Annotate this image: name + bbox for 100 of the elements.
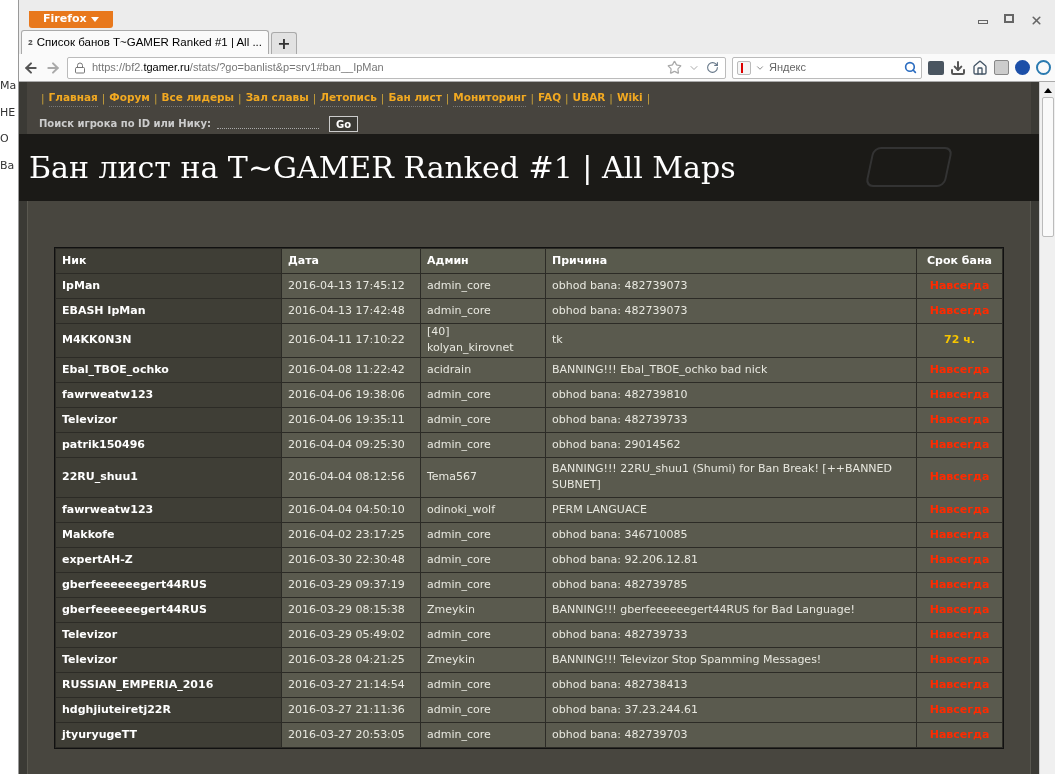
scroll-thumb[interactable] xyxy=(1041,97,1054,237)
ban-term-cell: Навсегда xyxy=(917,298,1002,323)
date-cell: 2016-04-11 17:10:22 xyxy=(282,323,420,357)
nav-link[interactable]: UBAR xyxy=(572,90,606,107)
nav-link[interactable]: Летопись xyxy=(320,90,377,107)
page-title: Бан лист на T~GAMER Ranked #1 | All Maps xyxy=(29,148,736,187)
nav-link[interactable]: Форум xyxy=(109,90,150,107)
ban-term-cell: Навсегда xyxy=(917,497,1002,522)
reason-cell: obhod bana: 482739785 xyxy=(546,572,916,597)
reason-cell: BANNING!!! Televizor Stop Spamming Messages! xyxy=(546,647,916,672)
search-icon[interactable] xyxy=(904,61,917,74)
date-cell: 2016-04-04 04:50:10 xyxy=(282,497,420,522)
date-cell: 2016-04-04 08:12:56 xyxy=(282,457,420,497)
url-text: https://bf2.tgamer.ru/stats/?go=banlist&p=srv1#ban__IpMan xyxy=(92,60,385,76)
reason-cell: obhod bana: 346710085 xyxy=(546,522,916,547)
ban-term-cell: 72 ч. xyxy=(917,323,1002,357)
nav-link[interactable]: Бан лист xyxy=(388,90,442,107)
search-engine-icon xyxy=(737,60,751,75)
ban-term-cell: Навсегда xyxy=(917,432,1002,457)
separator: | xyxy=(40,90,46,107)
nick-cell: EBASH IpMan xyxy=(56,298,281,323)
reason-cell: obhod bana: 29014562 xyxy=(546,432,916,457)
date-cell: 2016-03-29 08:15:38 xyxy=(282,597,420,622)
background-text: Ва xyxy=(0,157,16,174)
nav-link[interactable]: FAQ xyxy=(538,90,562,107)
ban-term-cell: Навсегда xyxy=(917,572,1002,597)
admin-cell: admin_core xyxy=(421,432,545,457)
ban-term-cell: Навсегда xyxy=(917,382,1002,407)
date-cell: 2016-03-29 09:37:19 xyxy=(282,572,420,597)
download-icon[interactable] xyxy=(950,59,966,76)
ban-term-cell: Навсегда xyxy=(917,457,1002,497)
date-cell: 2016-03-27 20:53:05 xyxy=(282,722,420,747)
bookmarks-icon[interactable] xyxy=(928,60,944,75)
reason-cell: tk xyxy=(546,323,916,357)
nav-link[interactable]: Все лидеры xyxy=(161,90,235,107)
admin-cell: admin_core xyxy=(421,407,545,432)
nav-link[interactable]: Главная xyxy=(48,90,98,107)
nick-cell: Televizor xyxy=(56,647,281,672)
reason-cell: obhod bana: 482739733 xyxy=(546,622,916,647)
extension-icon[interactable] xyxy=(1015,60,1030,75)
reason-cell: obhod bana: 37.23.244.61 xyxy=(546,697,916,722)
search-bar[interactable]: Яндекс xyxy=(732,56,922,79)
date-cell: 2016-03-30 22:30:48 xyxy=(282,547,420,572)
separator: | xyxy=(608,90,614,107)
tab-title: Список банов T~GAMER Ranked #1 | All ... xyxy=(36,34,262,50)
new-tab-button[interactable]: + xyxy=(271,32,297,54)
date-cell: 2016-03-27 21:11:36 xyxy=(282,697,420,722)
date-cell: 2016-03-28 04:21:25 xyxy=(282,647,420,672)
extension-icon[interactable] xyxy=(1036,60,1051,75)
column-header: Ник xyxy=(56,248,281,273)
reason-cell: obhod bana: 482739073 xyxy=(546,273,916,298)
column-header: Причина xyxy=(546,248,916,273)
nick-cell: jtyuryugeTT xyxy=(56,722,281,747)
caret-icon xyxy=(90,17,99,22)
separator: | xyxy=(152,90,159,107)
close-icon[interactable] xyxy=(1030,14,1043,27)
date-cell: 2016-04-13 17:42:48 xyxy=(282,298,420,323)
nav-link[interactable]: Мониторинг xyxy=(453,90,527,107)
ban-term-cell: Навсегда xyxy=(917,622,1002,647)
ban-term-cell: Навсегда xyxy=(917,722,1002,747)
search-input[interactable]: Яндекс xyxy=(769,59,900,76)
back-icon[interactable] xyxy=(23,59,39,76)
admin-cell: admin_core xyxy=(421,298,545,323)
scrollbar[interactable] xyxy=(1039,82,1055,774)
reason-cell: PERM LANGUACE xyxy=(546,497,916,522)
column-header: Дата xyxy=(282,248,420,273)
nav-link[interactable]: Зал славы xyxy=(245,90,309,107)
firefox-menu-button[interactable]: Firefox xyxy=(29,11,113,28)
admin-cell: acidrain xyxy=(421,357,545,382)
nav-link[interactable]: Wiki xyxy=(616,90,643,107)
ban-term-cell: Навсегда xyxy=(917,357,1002,382)
admin-cell: admin_core xyxy=(421,622,545,647)
background-text: НЕ xyxy=(0,104,17,121)
reason-cell: obhod bana: 92.206.12.81 xyxy=(546,547,916,572)
home-icon[interactable] xyxy=(972,59,988,76)
nick-cell: Ebal_TBOE_ochko xyxy=(56,357,281,382)
address-bar[interactable]: https://bf2.tgamer.ru/stats/?go=banlist&p=srv1#ban__IpMan xyxy=(67,56,726,79)
ban-term-cell: Навсегда xyxy=(917,697,1002,722)
bookmark-star-icon[interactable] xyxy=(667,60,682,75)
reload-icon[interactable] xyxy=(706,61,719,74)
reason-cell: BANNING!!! gberfeeeeeegert44RUS for Bad Language! xyxy=(546,597,916,622)
nick-cell: gberfeeeeeegert44RUS xyxy=(56,572,281,597)
reason-cell: obhod bana: 482738413 xyxy=(546,672,916,697)
minimize-icon[interactable] xyxy=(978,20,988,24)
date-cell: 2016-04-13 17:45:12 xyxy=(282,273,420,298)
nick-cell: hdghjiuteiretj22R xyxy=(56,697,281,722)
nick-cell: Televizor xyxy=(56,407,281,432)
reason-cell: obhod bana: 482739703 xyxy=(546,722,916,747)
nick-cell: Makkofe xyxy=(56,522,281,547)
date-cell: 2016-04-02 23:17:25 xyxy=(282,522,420,547)
maximize-icon[interactable] xyxy=(1004,14,1014,23)
background-text: О xyxy=(0,131,10,147)
browser-tab[interactable]: Список банов T~GAMER Ranked #1 | All ... xyxy=(21,30,269,54)
separator: | xyxy=(379,90,386,107)
admin-cell: admin_core xyxy=(421,697,545,722)
column-header: Срок бана xyxy=(917,248,1002,273)
go-button[interactable]: Go xyxy=(329,115,359,132)
nick-cell: 22RU_shuu1 xyxy=(56,457,281,497)
date-cell: 2016-04-06 19:38:06 xyxy=(282,382,420,407)
admin-cell: admin_core xyxy=(421,522,545,547)
